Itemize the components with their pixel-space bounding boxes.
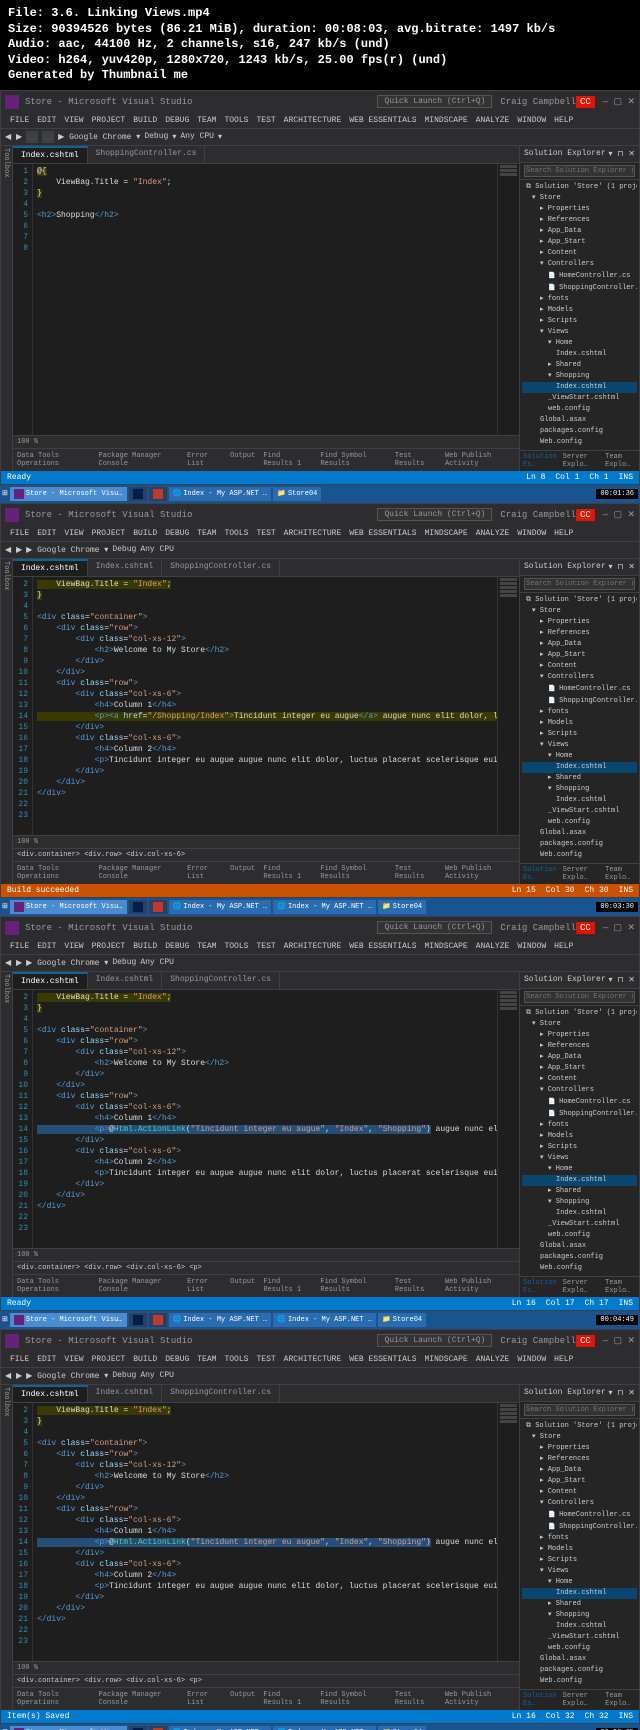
tree-content[interactable]: Content bbox=[522, 248, 637, 259]
media-info-header: File: 3.6. Linking Views.mp4 Size: 90394… bbox=[0, 0, 640, 90]
tree-store[interactable]: Store bbox=[522, 193, 637, 204]
output-panels[interactable]: Data Tools OperationsPackage Manager Con… bbox=[13, 448, 519, 471]
thumbnail-1: Store - Microsoft Visual Studio Quick La… bbox=[0, 90, 640, 503]
tree-home-index[interactable]: Index.cshtml bbox=[522, 349, 637, 360]
tree-models[interactable]: Models bbox=[522, 305, 637, 316]
tree-references[interactable]: References bbox=[522, 215, 637, 226]
tree-shared[interactable]: Shared bbox=[522, 360, 637, 371]
window-controls[interactable]: — ▢ ✕ bbox=[603, 97, 635, 107]
code-editor[interactable]: ViewBag.Title = "Index"; } <div class="c… bbox=[33, 1403, 497, 1661]
vs-user[interactable]: Craig Campbell bbox=[500, 97, 576, 107]
code-editor[interactable]: @{ ViewBag.Title = "Index"; } <h2>Shoppi… bbox=[33, 164, 497, 435]
vs-window-title: Store - Microsoft Visual Studio bbox=[25, 97, 377, 107]
pin-icon[interactable]: ▾ ⊓ ✕ bbox=[608, 149, 635, 159]
code-editor[interactable]: ViewBag.Title = "Index"; } <div class="c… bbox=[33, 577, 497, 835]
taskbar[interactable]: ⊞ Store - Microsoft Visu… 🌐Index - My AS… bbox=[0, 485, 640, 503]
quick-launch-input[interactable]: Quick Launch (Ctrl+Q) bbox=[377, 95, 492, 108]
thumbnail-3: Store - Microsoft Visual StudioQuick Lau… bbox=[0, 916, 640, 1329]
editor-tabs[interactable]: Index.cshtml ShoppingController.cs bbox=[13, 146, 519, 164]
timestamp: 00:01:36 bbox=[596, 489, 638, 499]
vs-logo-icon bbox=[5, 95, 19, 109]
tree-appdata[interactable]: App_Data bbox=[522, 226, 637, 237]
zoom[interactable]: 100 % bbox=[13, 435, 519, 448]
menubar[interactable]: FILEEDITVIEWPROJECTBUILDDEBUGTEAMTOOLSTE… bbox=[1, 113, 639, 128]
tree-shop-index[interactable]: Index.cshtml bbox=[522, 382, 637, 393]
explorer-search[interactable] bbox=[524, 165, 635, 177]
toolbar[interactable]: ◀ ▶ ▶ Google Chrome ▾ Debug▾ Any CPU▾ bbox=[1, 128, 639, 146]
vs-titlebar: Store - Microsoft Visual Studio Quick La… bbox=[1, 91, 639, 113]
tab-shopping-controller[interactable]: ShoppingController.cs bbox=[88, 146, 206, 163]
tree-shopctrl[interactable]: ShoppingController.cs bbox=[522, 282, 637, 294]
tab-index[interactable]: Index.cshtml bbox=[13, 146, 88, 163]
minimap[interactable] bbox=[497, 164, 519, 435]
tree-home[interactable]: Home bbox=[522, 338, 637, 349]
statusbar: Ready Ln 8Col 1Ch 1INS bbox=[1, 471, 639, 484]
tree-solution[interactable]: ⧉ Solution 'Store' (1 project) bbox=[522, 182, 637, 193]
tree-webconfig2[interactable]: Web.config bbox=[522, 437, 637, 448]
left-toolbox[interactable]: Toolbox bbox=[1, 146, 13, 471]
tree-packages[interactable]: packages.config bbox=[522, 426, 637, 437]
tree-scripts[interactable]: Scripts bbox=[522, 316, 637, 327]
tree-homectrl[interactable]: HomeController.cs bbox=[522, 270, 637, 282]
thumbnail-2: Store - Microsoft Visual StudioQuick Lau… bbox=[0, 503, 640, 916]
tree-controllers[interactable]: Controllers bbox=[522, 259, 637, 270]
line-gutter: 12345678 bbox=[13, 164, 33, 435]
tree-properties[interactable]: Properties bbox=[522, 204, 637, 215]
tree-global[interactable]: Global.asax bbox=[522, 415, 637, 426]
tree-views[interactable]: Views bbox=[522, 327, 637, 338]
thumbnail-4: Store - Microsoft Visual StudioQuick Lau… bbox=[0, 1329, 640, 1730]
tree-webconfig[interactable]: web.config bbox=[522, 404, 637, 415]
solution-explorer[interactable]: Solution Explorer▾ ⊓ ✕ ⧉ Solution 'Store… bbox=[519, 146, 639, 471]
code-editor[interactable]: ViewBag.Title = "Index"; } <div class="c… bbox=[33, 990, 497, 1248]
tree-viewstart[interactable]: _ViewStart.cshtml bbox=[522, 393, 637, 404]
tree-appstart[interactable]: App_Start bbox=[522, 237, 637, 248]
breadcrumb[interactable]: <div.container> <div.row> <div.col-xs-6> bbox=[13, 848, 519, 861]
tree-shopping[interactable]: Shopping bbox=[522, 371, 637, 382]
tree-fonts[interactable]: fonts bbox=[522, 294, 637, 305]
vs-user-badge[interactable]: CC bbox=[576, 96, 595, 108]
